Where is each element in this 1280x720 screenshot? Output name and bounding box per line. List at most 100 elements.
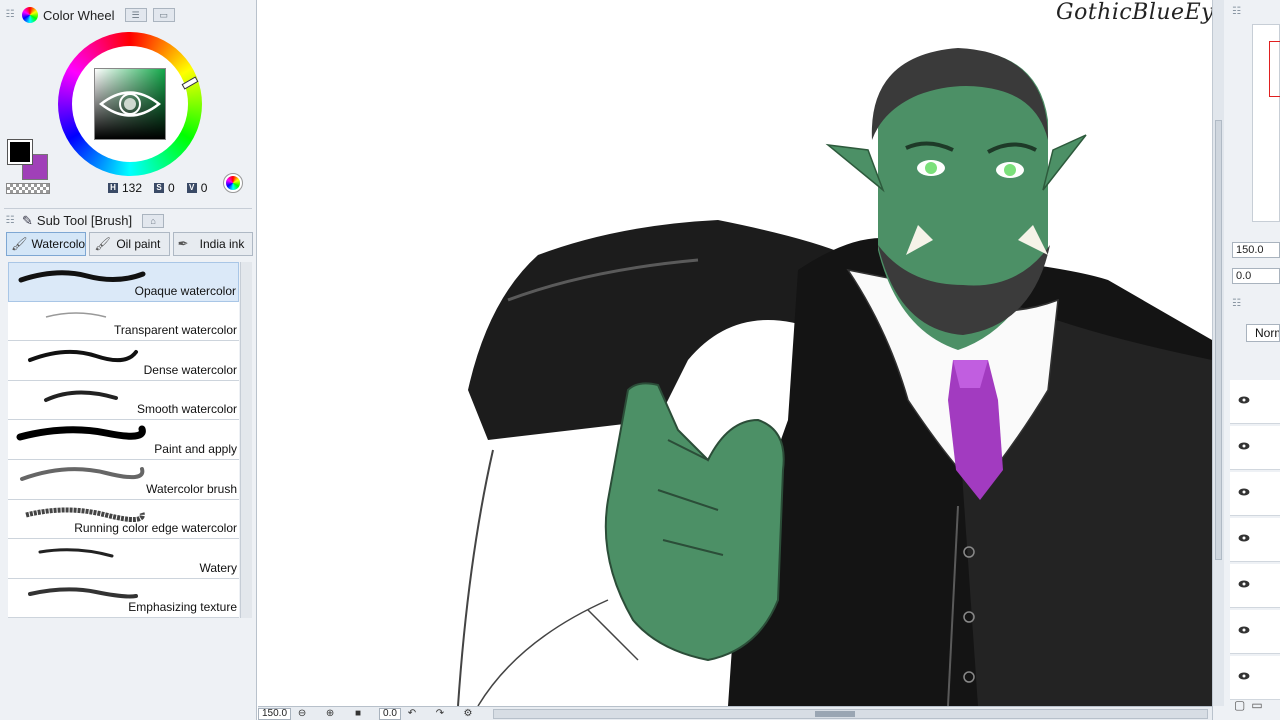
zoom-in-icon[interactable]: ⊕ [323,708,337,720]
visibility-eye-icon[interactable] [1238,488,1250,496]
tab-watercolor[interactable]: 🖌 Watercolor [6,232,87,256]
layer-row[interactable] [1230,518,1280,562]
new-layer-icon[interactable]: ▢ [1234,698,1245,718]
brightness-value[interactable]: 0 [201,181,208,195]
sub-tool-title[interactable]: Sub Tool [Brush] [37,213,132,228]
visibility-eye-icon[interactable] [1238,626,1250,634]
layer-row[interactable] [1230,472,1280,516]
hue-tag: H [108,183,118,193]
horizontal-scrollbar[interactable] [492,708,1208,719]
rotate-left-icon[interactable]: ↶ [405,708,419,720]
brush-list-scrollbar[interactable] [240,262,252,618]
brush-stroke-preview [16,425,146,441]
layer-row[interactable] [1230,564,1280,608]
tool-property-tab-icon[interactable]: ⌂ [142,213,165,228]
brush-tool-icon: ✎ [22,212,33,228]
brush-label: Paint and apply [154,441,237,456]
sub-tool-header: ☷ ✎ Sub Tool [Brush] ⌂ [4,208,252,230]
visibility-eye-icon[interactable] [1238,580,1250,588]
brush-stroke-preview [44,390,118,402]
panel-grip-icon[interactable]: ☷ [1232,6,1246,18]
brush-item-watercolor-brush[interactable]: Watercolor brush [8,459,239,500]
color-set-tab-icon[interactable]: ☰ [124,8,147,22]
panel-grip-icon[interactable]: ☷ [4,215,16,227]
visibility-eye-icon[interactable] [1238,442,1250,450]
brush-item-dense-watercolor[interactable]: Dense watercolor [8,341,239,381]
navigator-preview[interactable] [1252,24,1280,222]
brush-item-opaque-watercolor[interactable]: Opaque watercolor [8,262,239,302]
tab-label: Watercolor [31,237,87,251]
brush-stroke-preview [20,466,145,481]
brush-label: Smooth watercolor [136,402,237,417]
tab-oil-paint[interactable]: 🖌 Oil paint [89,232,170,256]
color-wheel-title[interactable]: Color Wheel [43,8,115,23]
zoom-field[interactable]: 150.0 [258,707,292,720]
layer-row[interactable] [1230,380,1280,424]
layer-panel-footer: ▢ ▭ [1234,698,1280,718]
brush-label: Watery [199,560,237,575]
saturation-value[interactable]: 0 [168,181,175,195]
brush-item-running-color-edge-watercolor[interactable]: Running color edge watercolor [8,499,239,540]
zoom-out-icon[interactable]: ⊖ [295,708,309,720]
clip-studio-window: ☷ Color Wheel ☰ ▭ H 132 S 0 V 0 ☷ ✎ Sub … [0,0,1280,720]
hue-value[interactable]: 132 [122,181,142,195]
brush-label: Transparent watercolor [114,323,237,338]
scroll-thumb[interactable] [1215,120,1222,560]
navigator-viewport-frame[interactable] [1269,41,1280,97]
panel-grip-icon[interactable]: ☷ [4,9,16,21]
panel-grip-icon[interactable]: ☷ [1232,298,1246,310]
orc-illustration [457,48,1212,706]
navigator-zoom-field[interactable]: 150.0 [1232,242,1280,258]
visibility-eye-icon[interactable] [1238,396,1250,404]
brush-item-watery[interactable]: Watery [8,539,239,579]
reset-rotation-icon[interactable]: ⚙ [461,708,475,720]
color-history-tab-icon[interactable]: ▭ [152,8,175,22]
tab-label: India ink [199,237,245,251]
brush-icon: 🖌 [94,236,111,251]
brush-stroke-preview [38,548,114,558]
brush-label: Opaque watercolor [134,283,236,298]
color-wheel-icon [22,7,38,23]
color-space-toggle-icon[interactable] [223,173,243,193]
brush-stroke-preview [28,587,138,599]
layer-row[interactable] [1230,656,1280,700]
brush-item-paint-and-apply[interactable]: Paint and apply [8,420,239,460]
brush-item-smooth-watercolor[interactable]: Smooth watercolor [8,380,239,421]
navigator-rotation-field[interactable]: 0.0 [1232,268,1280,284]
brush-group-tabs: 🖌 Watercolor 🖌 Oil paint ✒ India ink [6,232,253,258]
brush-icon: 🖌 [11,236,28,251]
brush-label: Watercolor brush [146,481,237,496]
rotation-field[interactable]: 0.0 [379,707,401,720]
saturation-tag: S [154,183,165,193]
transparent-color-swatch[interactable] [6,183,50,194]
brush-item-emphasizing-texture[interactable]: Emphasizing texture [8,578,239,619]
visibility-eye-icon[interactable] [1238,672,1250,680]
brush-label: Running color edge watercolor [74,521,237,536]
brush-stroke-preview [28,350,138,363]
drawing-canvas[interactable] [258,0,1212,706]
vertical-scrollbar[interactable] [1212,0,1224,706]
brush-list: Opaque watercolor Transparent watercolor… [8,262,239,619]
left-panel: ☷ Color Wheel ☰ ▭ H 132 S 0 V 0 ☷ ✎ Sub … [0,0,257,720]
hsv-readout: H 132 S 0 V 0 [108,181,215,195]
delete-layer-icon[interactable]: ▭ [1251,698,1262,718]
layer-row[interactable] [1230,610,1280,654]
visibility-eye-icon[interactable] [1238,534,1250,542]
scroll-thumb[interactable] [814,710,855,717]
blend-mode-select[interactable]: Normal [1246,324,1280,342]
canvas-status-bar: 150.0 ⊖ ⊕ ■ 0.0 ↶ ↷ ⚙ [258,706,1212,720]
rotate-right-icon[interactable]: ↷ [433,708,447,720]
color-wheel-header: ☷ Color Wheel ☰ ▭ [4,4,252,26]
layer-row[interactable] [1230,426,1280,470]
brush-item-transparent-watercolor[interactable]: Transparent watercolor [8,301,239,342]
color-wheel[interactable] [58,32,202,176]
main-color-swatch[interactable] [7,139,33,165]
tab-label: Oil paint [116,237,161,251]
layer-list [1230,380,1280,700]
brush-label: Dense watercolor [143,362,237,377]
tab-india-ink[interactable]: ✒ India ink [172,232,253,256]
fit-to-screen-icon[interactable]: ■ [351,708,365,720]
brush-label: Emphasizing texture [128,600,237,615]
value-tag: V [186,183,197,193]
pen-icon: ✒ [177,236,189,251]
